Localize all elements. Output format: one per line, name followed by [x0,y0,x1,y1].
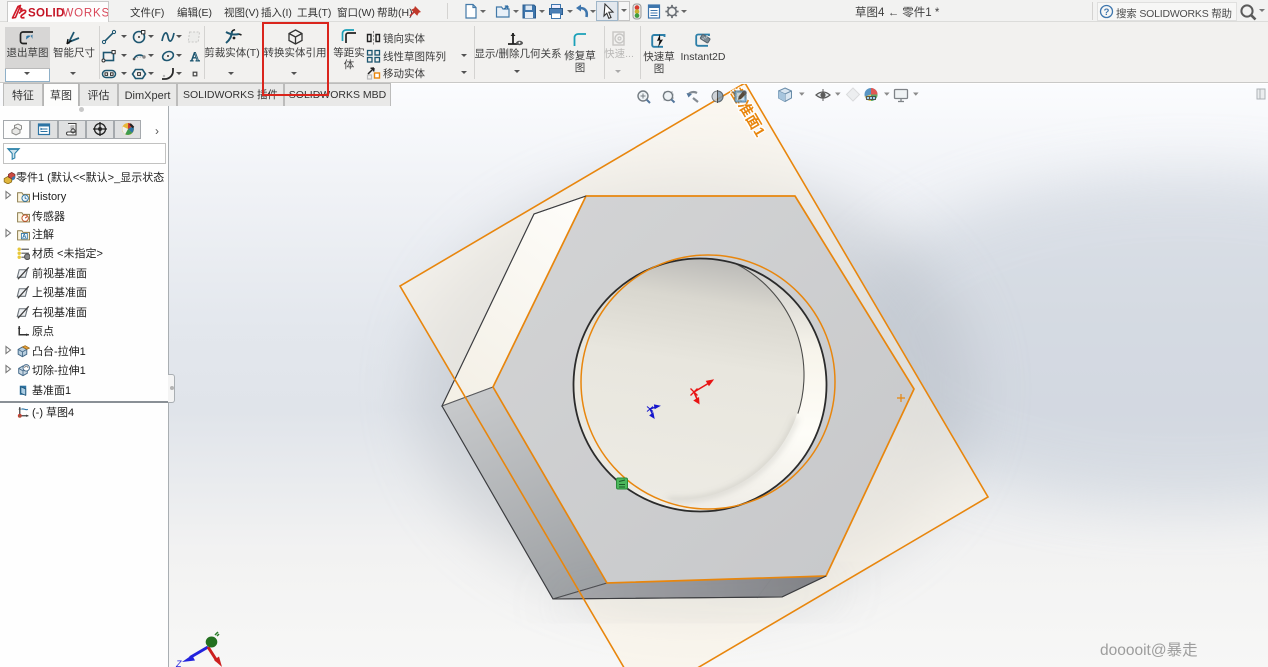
svg-text:A: A [190,49,200,64]
svg-text:A: A [22,231,27,240]
svg-text:WORKS: WORKS [63,8,109,20]
svg-text:?: ? [1104,4,1110,18]
svg-text:Z: Z [175,657,182,667]
svg-text:SOLID: SOLID [28,8,65,20]
